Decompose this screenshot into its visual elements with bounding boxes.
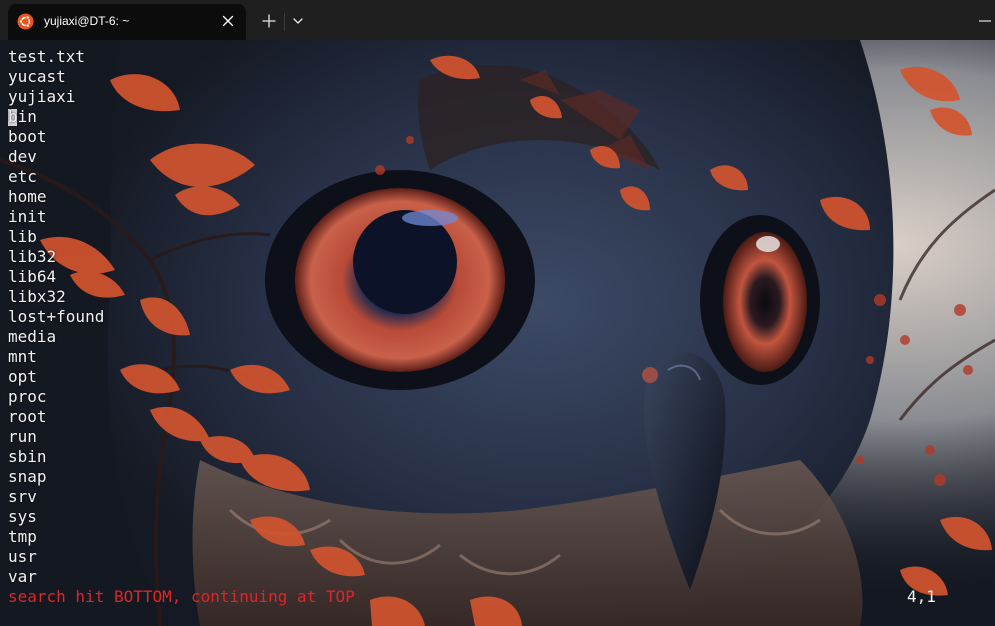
terminal-line: init [8, 207, 47, 226]
terminal-line: dev [8, 147, 37, 166]
terminal-line: etc [8, 167, 37, 186]
terminal-line: opt [8, 367, 37, 386]
terminal-line: var [8, 567, 37, 586]
tab-bar: yujiaxi@DT-6: ~ [0, 0, 995, 40]
ubuntu-logo-icon [17, 13, 34, 30]
terminal-line: media [8, 327, 57, 346]
minimize-icon[interactable] [978, 19, 992, 23]
terminal-line: mnt [8, 347, 37, 366]
vim-cursor-position: 4,1 [907, 587, 936, 606]
terminal-line: usr [8, 547, 37, 566]
terminal-line: sys [8, 507, 37, 526]
terminal-line: libx32 [8, 287, 66, 306]
terminal-line: tmp [8, 527, 37, 546]
terminal-line: sbin [8, 447, 47, 466]
tabbar-divider [284, 13, 285, 31]
terminal-line: lost+found [8, 307, 105, 326]
close-icon[interactable] [220, 13, 236, 29]
terminal-line: lib [8, 227, 37, 246]
new-tab-plus-icon[interactable] [260, 12, 278, 30]
terminal-output: test.txt yucast yujiaxi bin boot dev etc home in… [8, 47, 104, 587]
terminal-line: run [8, 427, 37, 446]
vim-status-message: search hit BOTTOM, continuing at TOP [8, 587, 355, 606]
terminal-line: proc [8, 387, 47, 406]
tab-title: yujiaxi@DT-6: ~ [44, 14, 130, 28]
terminal-line: home [8, 187, 47, 206]
terminal-line: snap [8, 467, 47, 486]
terminal-window: yujiaxi@DT-6: ~ test.txt yucast yujiaxi … [0, 0, 995, 626]
terminal-body[interactable]: test.txt yucast yujiaxi bin boot dev etc home in… [0, 40, 995, 626]
terminal-line: lib64 [8, 267, 57, 286]
terminal-line: test.txt [8, 47, 86, 66]
terminal-line: srv [8, 487, 37, 506]
chevron-down-icon[interactable] [290, 13, 306, 29]
owl-background-image [0, 40, 995, 626]
terminal-line: lib32 [8, 247, 57, 266]
tab-active[interactable]: yujiaxi@DT-6: ~ [8, 4, 246, 40]
terminal-line-text: bin [8, 107, 37, 126]
terminal-line: yucast [8, 67, 66, 86]
terminal-line: boot [8, 127, 47, 146]
terminal-line: yujiaxi [8, 87, 76, 106]
terminal-line: root [8, 407, 47, 426]
terminal-line: bin [8, 107, 104, 127]
